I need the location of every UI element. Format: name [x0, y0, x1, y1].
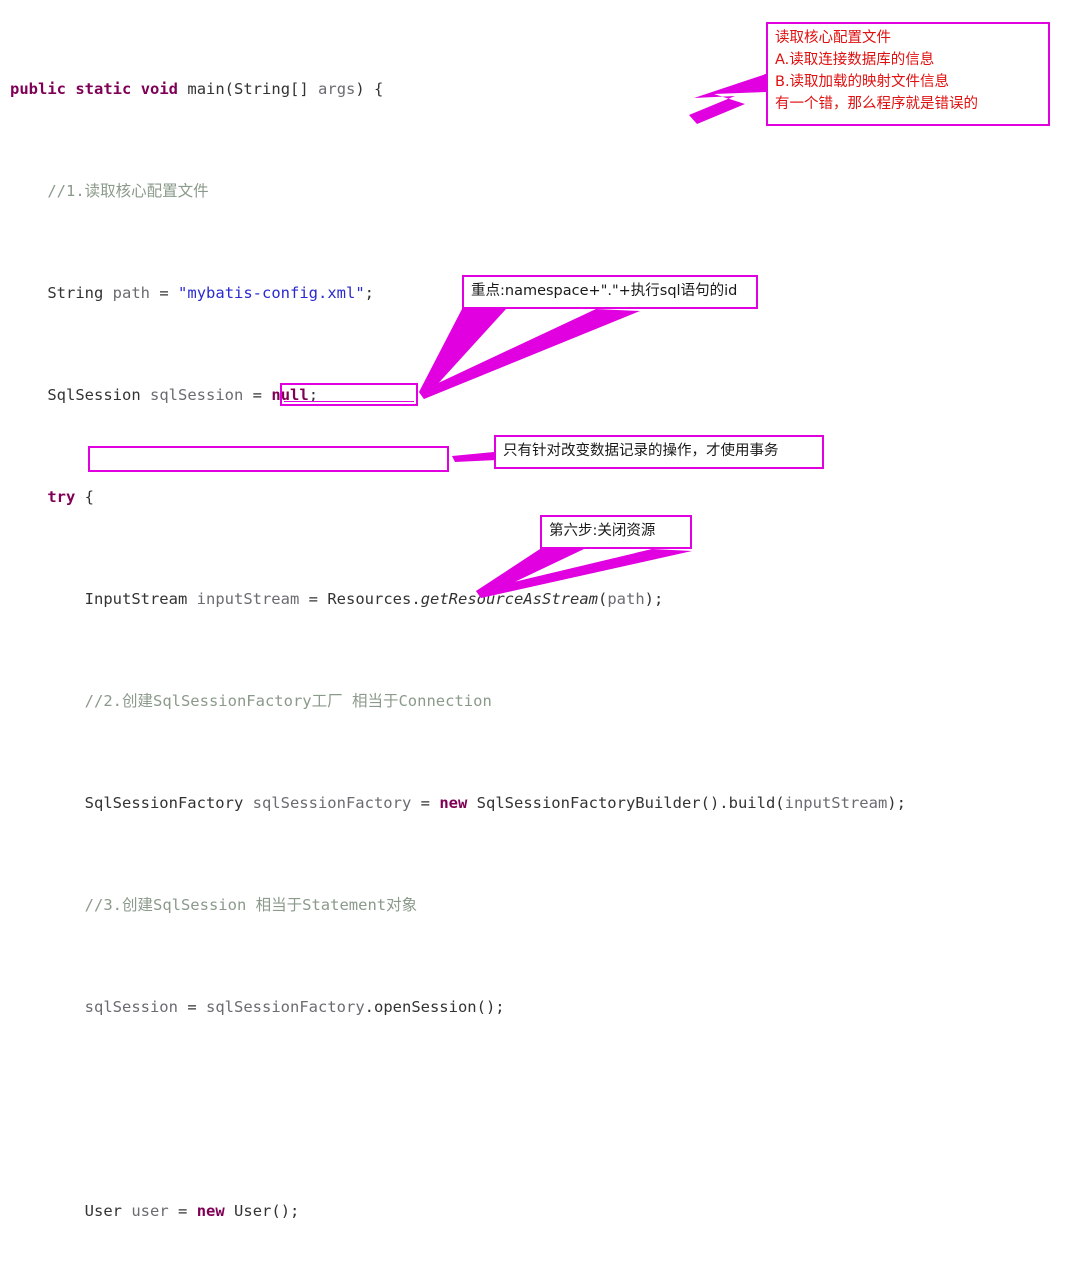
read-core-config-note[interactable]: 读取核心配置文件 A.读取连接数据库的信息 B.读取加载的映射文件信息 有一个错…: [766, 22, 1050, 126]
code-line[interactable]: sqlSession = sqlSessionFactory.openSessi…: [0, 995, 1067, 1021]
close-resource-note[interactable]: 第六步:关闭资源: [540, 515, 692, 549]
code-line-blank[interactable]: [0, 1097, 1067, 1123]
code-line[interactable]: //2.创建SqlSessionFactory工厂 相当于Connection: [0, 689, 1067, 715]
code-line[interactable]: SqlSession sqlSession = null;: [0, 383, 1067, 409]
note-line: 只有针对改变数据记录的操作，才使用事务: [503, 443, 779, 459]
note-line: A.读取连接数据库的信息: [775, 52, 935, 68]
code-line[interactable]: //3.创建SqlSession 相当于Statement对象: [0, 893, 1067, 919]
note-line: 重点:namespace+"."+执行sql语句的id: [471, 283, 738, 299]
code-line[interactable]: User user = new User();: [0, 1199, 1067, 1225]
namespace-id-note[interactable]: 重点:namespace+"."+执行sql语句的id: [462, 275, 758, 309]
code-line[interactable]: //1.读取核心配置文件: [0, 179, 1067, 205]
note-line: B.读取加载的映射文件信息: [775, 74, 950, 90]
note-line: 读取核心配置文件: [775, 30, 891, 46]
transaction-usage-note[interactable]: 只有针对改变数据记录的操作，才使用事务: [494, 435, 824, 469]
code-line[interactable]: try {: [0, 485, 1067, 511]
code-line[interactable]: InputStream inputStream = Resources.getR…: [0, 587, 1067, 613]
note-line: 有一个错，那么程序就是错误的: [775, 96, 978, 112]
code-line[interactable]: SqlSessionFactory sqlSessionFactory = ne…: [0, 791, 1067, 817]
note-line: 第六步:关闭资源: [549, 523, 656, 539]
